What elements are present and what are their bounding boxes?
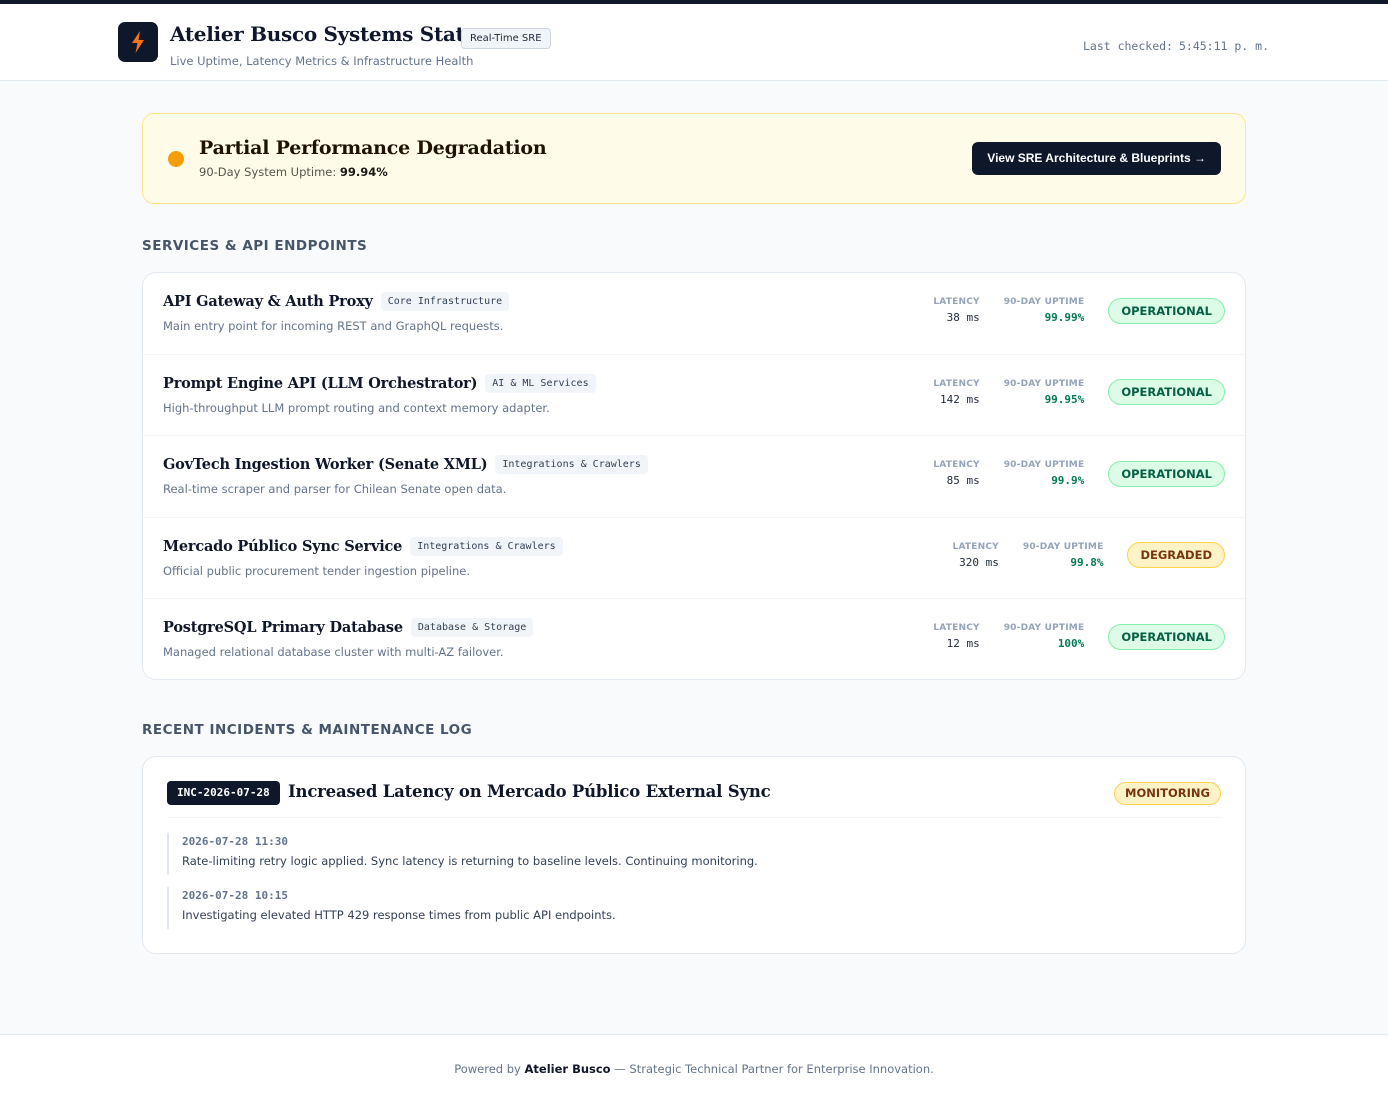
page-footer: Powered by Atelier Busco — Strategic Tec… <box>0 1034 1388 1099</box>
status-badge: OPERATIONAL <box>1108 379 1225 406</box>
overall-status-title: Partial Performance Degradation <box>199 137 547 159</box>
uptime-metric: 90-DAY UPTIME 99.8% <box>1023 542 1104 569</box>
latency-value: 12 ms <box>946 637 980 651</box>
service-row[interactable]: Prompt Engine API (LLM Orchestrator) AI … <box>143 355 1245 437</box>
view-architecture-button[interactable]: View SRE Architecture & Blueprints → <box>972 142 1221 175</box>
service-category-tag: Database & Storage <box>410 618 534 638</box>
incident-title: Increased Latency on Mercado Público Ext… <box>288 782 771 801</box>
latency-label: LATENCY <box>952 541 999 552</box>
uptime-value: 99.8% <box>1070 555 1104 569</box>
uptime-value: 99.9% <box>1051 474 1085 488</box>
latency-metric: LATENCY 142 ms <box>933 379 979 406</box>
update-text: Rate-limiting retry logic applied. Sync … <box>182 854 758 868</box>
incidents-section-title: RECENT INCIDENTS & MAINTENANCE LOG <box>142 722 473 738</box>
latency-metric: LATENCY 85 ms <box>933 460 979 487</box>
status-badge: OPERATIONAL <box>1108 460 1225 487</box>
latency-metric: LATENCY 38 ms <box>933 297 979 324</box>
last-checked-label: Last checked: <box>1082 39 1173 53</box>
services-section-title: SERVICES & API ENDPOINTS <box>142 238 368 254</box>
uptime-metric: 90-DAY UPTIME 99.95% <box>1004 379 1085 406</box>
update-text: Investigating elevated HTTP 429 response… <box>182 908 616 922</box>
lightning-bolt-icon <box>132 31 144 53</box>
incident-card: INC-2026-07-28 Increased Latency on Merc… <box>142 756 1246 954</box>
service-name: GovTech Ingestion Worker (Senate XML) <box>163 456 488 474</box>
page-header: Atelier Busco Systems Status Real-Time S… <box>0 4 1388 81</box>
status-badge: DEGRADED <box>1127 542 1225 569</box>
uptime-metric: 90-DAY UPTIME 99.9% <box>1004 460 1085 487</box>
status-badge: OPERATIONAL <box>1108 623 1225 650</box>
status-indicator-dot <box>168 151 184 167</box>
service-category-tag: Integrations & Crawlers <box>495 455 648 475</box>
latency-label: LATENCY <box>933 297 980 307</box>
service-description: High-throughput LLM prompt routing and c… <box>163 400 550 415</box>
service-description: Managed relational database cluster with… <box>163 645 504 660</box>
uptime-label: 90-DAY UPTIME <box>1022 541 1104 552</box>
latency-metric: LATENCY 12 ms <box>933 623 979 650</box>
latency-label: LATENCY <box>933 460 980 471</box>
overall-uptime-label: 90-Day System Uptime: <box>199 165 337 179</box>
incident-status-badge: MONITORING <box>1114 782 1221 805</box>
incident-update: 2026-07-28 11:30 Rate-limiting retry log… <box>167 833 1217 875</box>
footer-prefix: Powered by <box>454 1062 521 1076</box>
service-description: Main entry point for incoming REST and G… <box>163 319 504 333</box>
latency-value: 142 ms <box>939 392 980 406</box>
incident-update: 2026-07-28 10:15 Investigating elevated … <box>167 887 1217 929</box>
service-category-tag: Core Infrastructure <box>380 292 510 311</box>
latency-value: 38 ms <box>946 311 980 324</box>
last-checked-value: 5:45:11 p. m. <box>1178 39 1269 53</box>
brand-logo[interactable] <box>118 22 158 62</box>
uptime-label: 90-DAY UPTIME <box>1003 460 1085 471</box>
service-category-tag: Integrations & Crawlers <box>410 536 563 556</box>
footer-brand-link[interactable]: Atelier Busco <box>525 1062 611 1076</box>
last-checked: Last checked: 5:45:11 p. m. <box>1083 39 1269 53</box>
page-subtitle: Live Uptime, Latency Metrics & Infrastru… <box>170 54 474 68</box>
service-name: Mercado Público Sync Service <box>163 537 403 555</box>
uptime-value: 99.95% <box>1044 392 1085 406</box>
service-category-tag: AI & ML Services <box>485 373 596 393</box>
overall-uptime: 90-Day System Uptime: 99.94% <box>199 165 388 179</box>
uptime-label: 90-DAY UPTIME <box>1003 623 1085 634</box>
footer-suffix: — Strategic Technical Partner for Enterp… <box>614 1062 934 1076</box>
service-name: Prompt Engine API (LLM Orchestrator) <box>163 374 478 392</box>
service-name: API Gateway & Auth Proxy <box>163 293 373 310</box>
uptime-value: 99.99% <box>1044 311 1085 324</box>
service-description: Real-time scraper and parser for Chilean… <box>163 482 507 497</box>
latency-value: 320 ms <box>959 555 999 569</box>
uptime-label: 90-DAY UPTIME <box>1003 297 1085 307</box>
incident-id: INC-2026-07-28 <box>167 781 280 805</box>
uptime-value: 100% <box>1057 637 1085 651</box>
service-row[interactable]: Mercado Público Sync Service Integration… <box>143 518 1245 600</box>
latency-metric: LATENCY 320 ms <box>953 542 999 569</box>
overall-uptime-value: 99.94% <box>339 165 388 179</box>
service-row[interactable]: GovTech Ingestion Worker (Senate XML) In… <box>143 436 1245 518</box>
update-timestamp: 2026-07-28 10:15 <box>182 889 288 902</box>
service-description: Official public procurement tender inges… <box>163 563 470 578</box>
page-title: Atelier Busco Systems Status <box>170 22 490 46</box>
uptime-metric: 90-DAY UPTIME 100% <box>1004 623 1085 650</box>
realtime-badge: Real-Time SRE <box>461 28 551 49</box>
uptime-metric: 90-DAY UPTIME 99.99% <box>1004 297 1085 324</box>
update-timestamp: 2026-07-28 11:30 <box>182 835 288 848</box>
status-badge: OPERATIONAL <box>1108 297 1225 324</box>
latency-label: LATENCY <box>933 378 980 389</box>
latency-value: 85 ms <box>946 474 980 488</box>
service-row[interactable]: API Gateway & Auth Proxy Core Infrastruc… <box>143 273 1245 355</box>
incident-header: INC-2026-07-28 Increased Latency on Merc… <box>167 781 1221 818</box>
latency-label: LATENCY <box>933 623 980 634</box>
services-list: API Gateway & Auth Proxy Core Infrastruc… <box>142 272 1246 680</box>
uptime-label: 90-DAY UPTIME <box>1003 378 1085 389</box>
service-name: PostgreSQL Primary Database <box>163 619 403 637</box>
overall-status-banner: Partial Performance Degradation 90-Day S… <box>142 113 1246 204</box>
service-row[interactable]: PostgreSQL Primary Database Database & S… <box>143 599 1245 679</box>
